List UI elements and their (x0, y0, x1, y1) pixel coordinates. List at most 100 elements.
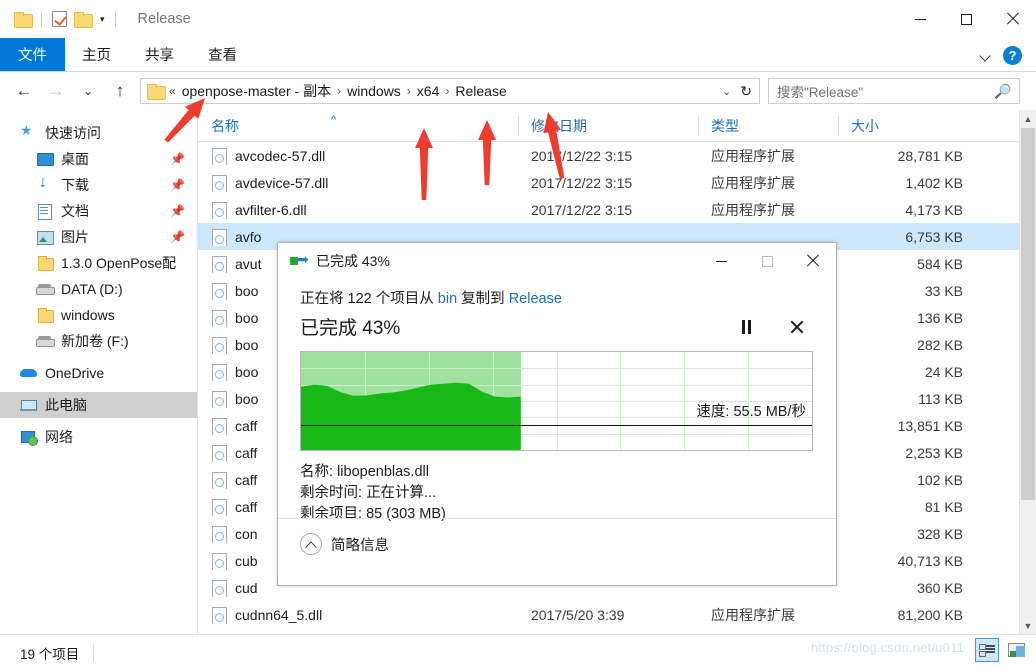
refresh-icon[interactable]: ↻ (740, 83, 752, 100)
file-date-cell: 2017/12/22 3:15 (531, 147, 633, 164)
sidebar-item-windows[interactable]: windows (0, 302, 197, 328)
minimize-icon (715, 260, 727, 262)
documents-icon (36, 203, 53, 220)
sidebar-item-downloads[interactable]: 下载 📌 (0, 172, 197, 198)
column-header-label: 名称 (211, 117, 239, 134)
breadcrumb-overflow-icon[interactable]: « (169, 84, 176, 98)
breadcrumb-item-release[interactable]: Release (455, 83, 506, 99)
breadcrumb-separator-icon-1: › (337, 84, 342, 98)
tab-view[interactable]: 查看 (191, 38, 254, 71)
dll-file-icon (211, 174, 227, 192)
sidebar-item-desktop[interactable]: 桌面 📌 (0, 146, 197, 172)
desktop-icon (36, 151, 54, 167)
vertical-scrollbar[interactable]: ▲ ▼ (1019, 110, 1036, 634)
customize-qat-caret-icon[interactable]: ▾ (100, 14, 105, 25)
large-icons-view-button[interactable] (1004, 638, 1028, 662)
sidebar-item-data-drive[interactable]: DATA (D:) (0, 276, 197, 302)
cancel-icon[interactable] (790, 320, 804, 334)
ribbon-right-controls: ? (980, 38, 1028, 72)
column-header-date[interactable]: 修改日期 (518, 110, 698, 142)
speed-label: 速度: 55.5 MB/秒 (696, 404, 806, 420)
file-size-cell: 2,253 KB (905, 444, 963, 461)
dll-file-icon (211, 309, 227, 327)
file-size-cell: 13,851 KB (897, 417, 963, 434)
quick-access-toolbar: ▾ Release (0, 11, 191, 28)
breadcrumb-item-x64[interactable]: x64 (417, 83, 440, 99)
sidebar-item-network[interactable]: 网络 (0, 424, 197, 450)
properties-icon[interactable] (52, 11, 67, 27)
new-folder-icon[interactable] (74, 12, 93, 28)
dialog-minimize-button[interactable] (698, 243, 744, 279)
dialog-maximize-button[interactable] (744, 243, 790, 279)
pin-icon[interactable]: 📌 (170, 204, 185, 218)
sidebar-item-new-volume[interactable]: 新加卷 (F:) (0, 328, 197, 354)
address-bar[interactable]: « openpose-master - 副本 › windows › x64 ›… (140, 78, 760, 104)
pin-icon[interactable]: 📌 (170, 178, 185, 192)
sidebar-item-quick-access[interactable]: 快速访问 (0, 120, 197, 146)
scroll-down-icon[interactable]: ▼ (1020, 617, 1036, 634)
detail-time-label: 剩余时间: (300, 485, 363, 501)
tab-home[interactable]: 主页 (65, 38, 128, 71)
minimize-button[interactable] (897, 0, 943, 38)
sort-ascending-icon: ^ (331, 113, 337, 126)
help-button[interactable]: ? (1003, 45, 1022, 65)
dialog-close-button[interactable] (790, 243, 836, 279)
pin-icon[interactable]: 📌 (170, 152, 185, 166)
file-size-cell: 33 KB (924, 282, 963, 299)
file-name-label: avfo (235, 228, 262, 245)
file-size-cell: 136 KB (917, 309, 963, 326)
detail-name-label: 名称: (300, 464, 334, 480)
pause-icon[interactable] (741, 319, 753, 334)
column-header-type[interactable]: 类型 (698, 110, 838, 142)
scroll-up-icon[interactable]: ▲ (1020, 110, 1036, 127)
file-date-cell: 2017/5/20 3:39 (531, 606, 625, 623)
back-button[interactable]: ← (8, 75, 40, 107)
operation-prefix: 正在将 122 个项目从 (300, 291, 438, 307)
forward-button[interactable]: → (40, 75, 72, 107)
chevron-up-circle-icon[interactable] (300, 533, 322, 555)
sidebar-item-documents[interactable]: 文档 📌 (0, 198, 197, 224)
navigation-bar: ← → ⌄ ↑ « openpose-master - 副本 › windows… (0, 72, 1036, 110)
column-header-size[interactable]: 大小 (838, 110, 973, 142)
recent-locations-button[interactable]: ⌄ (72, 75, 104, 107)
folder-icon[interactable] (14, 12, 33, 28)
up-button[interactable]: ↑ (104, 75, 136, 107)
dll-file-icon (211, 471, 227, 489)
chevron-down-icon[interactable] (980, 50, 991, 61)
details-view-button[interactable] (975, 638, 999, 662)
sidebar-item-onedrive[interactable]: OneDrive (0, 360, 197, 386)
table-row[interactable]: avfilter-6.dll 2017/12/22 3:15 应用程序扩展 4,173… (198, 196, 1036, 223)
close-button[interactable] (989, 0, 1036, 38)
detail-name-value: libopenblas.dll (337, 464, 429, 480)
sidebar-item-this-pc[interactable]: 此电脑 (0, 392, 197, 418)
maximize-icon (761, 255, 773, 267)
dll-file-icon (211, 228, 227, 246)
column-header-name[interactable]: 名称 ^ (198, 110, 518, 142)
sidebar-item-openpose-config[interactable]: 1.3.0 OpenPose配 (0, 250, 197, 276)
dll-file-icon (211, 525, 227, 543)
progress-row: 已完成 43% (300, 313, 814, 340)
address-dropdown-caret-icon[interactable]: ⌄ (722, 85, 731, 98)
address-folder-icon (147, 84, 166, 100)
tab-share[interactable]: 共享 (128, 38, 191, 71)
sidebar-item-pictures[interactable]: 图片 📌 (0, 224, 197, 250)
folder-icon (36, 255, 54, 271)
search-icon[interactable]: 🔍 (994, 83, 1011, 100)
copy-icon (290, 251, 310, 268)
table-row[interactable]: cudnn64_5.dll 2017/5/20 3:39 应用程序扩展 81,200 … (198, 601, 1036, 628)
table-row[interactable]: avdevice-57.dll 2017/12/22 3:15 应用程序扩展 1,40… (198, 169, 1036, 196)
tab-file[interactable]: 文件 (0, 38, 65, 71)
sidebar-item-label: 新加卷 (F:) (61, 333, 129, 349)
table-row[interactable]: avcodec-57.dll 2017/12/22 3:15 应用程序扩展 28,78… (198, 142, 1036, 169)
file-type-cell: 应用程序扩展 (711, 174, 795, 191)
breadcrumb-item-windows[interactable]: windows (347, 83, 401, 99)
breadcrumb-item-openpose[interactable]: openpose-master - 副本 (182, 81, 331, 101)
pin-icon[interactable]: 📌 (170, 230, 185, 244)
search-box[interactable]: 搜索"Release" 🔍 (768, 78, 1020, 104)
operation-description: 正在将 122 个项目从 bin 复制到 Release (300, 287, 814, 308)
scrollbar-thumb[interactable] (1021, 128, 1035, 500)
file-size-cell: 1,402 KB (905, 174, 963, 191)
dialog-footer[interactable]: 简略信息 (300, 533, 389, 555)
maximize-button[interactable] (943, 0, 989, 38)
window-title: Release (137, 11, 191, 27)
